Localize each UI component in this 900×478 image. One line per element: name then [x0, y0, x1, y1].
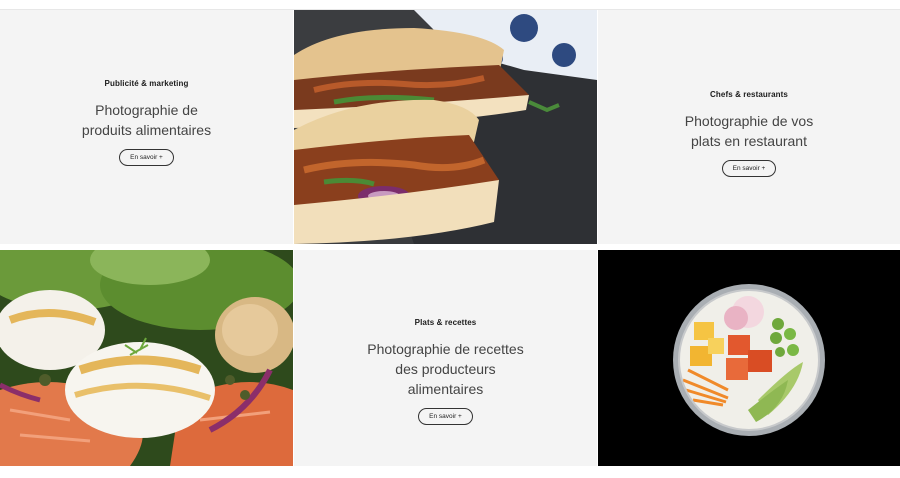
service-tile-restaurants: Chefs & restaurants Photographie de vos …	[598, 10, 900, 244]
service-category: Publicité & marketing	[104, 79, 189, 88]
learn-more-button[interactable]: En savoir +	[119, 149, 174, 166]
service-title: Photographie de produits alimentaires	[81, 102, 212, 138]
learn-more-button[interactable]: En savoir +	[721, 160, 777, 177]
service-tile-advertising: Publicité & marketing Photographie de pr…	[0, 10, 293, 244]
service-title: Photographie de recettes des producteurs…	[367, 341, 524, 397]
sandwich-photo	[294, 10, 597, 244]
learn-more-button[interactable]: En savoir +	[418, 408, 473, 425]
service-category: Plats & recettes	[414, 318, 477, 327]
service-tile-recipes: Plats & recettes Photographie de recette…	[294, 250, 597, 466]
service-category: Chefs & restaurants	[710, 90, 788, 99]
poke-bowl-photo	[598, 250, 900, 466]
salmon-egg-photo	[0, 250, 293, 466]
service-title: Photographie de vos plats en restaurant	[684, 113, 814, 149]
